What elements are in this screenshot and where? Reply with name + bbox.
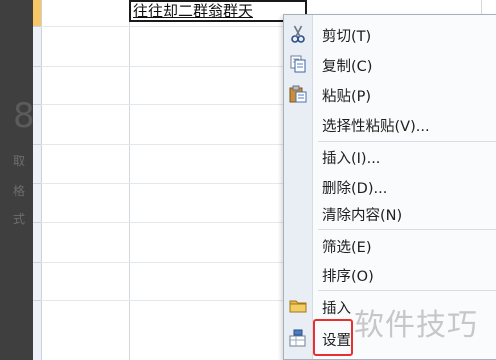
menu-item-label: 删除(D)... [322, 181, 388, 197]
menu-item-label: 排序(O) [322, 269, 374, 285]
menu-item-label: 复制(C) [322, 59, 373, 75]
scissors-icon [288, 24, 308, 44]
highlight-annotation [313, 319, 353, 356]
row-header-selected[interactable] [33, 0, 41, 26]
left-dark-panel: 8 取 格 式 [0, 0, 35, 360]
menu-item-label: 插入(I)... [322, 151, 381, 167]
menu-item-clear-contents[interactable]: 清除内容(N) [284, 198, 496, 228]
watermark-text: 软件技巧 [354, 308, 478, 343]
menu-item-label: 粘贴(P) [322, 89, 372, 105]
menu-item-label: 筛选(E) [322, 240, 372, 256]
paste-icon [288, 84, 308, 104]
row-header-divider [33, 144, 41, 145]
menu-item-copy[interactable]: 复制(C) [284, 49, 496, 79]
format-icon [288, 328, 308, 348]
panel-label-3: 式 [13, 212, 26, 226]
menu-item-label: 剪切(T) [322, 29, 372, 45]
menu-item-sort[interactable]: 排序(O) [284, 259, 496, 289]
copy-icon [288, 54, 308, 74]
menu-item-cut[interactable]: 剪切(T) [284, 19, 496, 49]
row-header-divider [33, 104, 41, 105]
menu-item-label: 选择性粘贴(V)... [322, 119, 430, 135]
menu-item-delete[interactable]: 删除(D)... [284, 171, 496, 201]
row-header-divider [33, 262, 41, 263]
menu-item-filter[interactable]: 筛选(E) [284, 230, 496, 260]
menu-item-paste[interactable]: 粘贴(P) [284, 79, 496, 109]
menu-item-label: 清除内容(N) [322, 208, 403, 224]
row-header-divider [33, 300, 41, 301]
folder-icon [288, 296, 308, 316]
active-cell[interactable]: 往往却二群翁群天 [129, 0, 307, 22]
menu-item-insert[interactable]: 插入(I)... [284, 141, 496, 171]
menu-item-label: 插入 [322, 301, 351, 317]
panel-big-digit: 8 [13, 96, 35, 136]
row-header-divider [33, 183, 41, 184]
row-header-divider [33, 222, 41, 223]
row-header-divider [33, 66, 41, 67]
menu-item-paste-special[interactable]: 选择性粘贴(V)... [284, 109, 496, 139]
column-gridline [129, 0, 130, 360]
row-header-divider [33, 26, 41, 27]
panel-label-1: 取 [13, 154, 26, 168]
panel-label-2: 格 [13, 184, 26, 198]
